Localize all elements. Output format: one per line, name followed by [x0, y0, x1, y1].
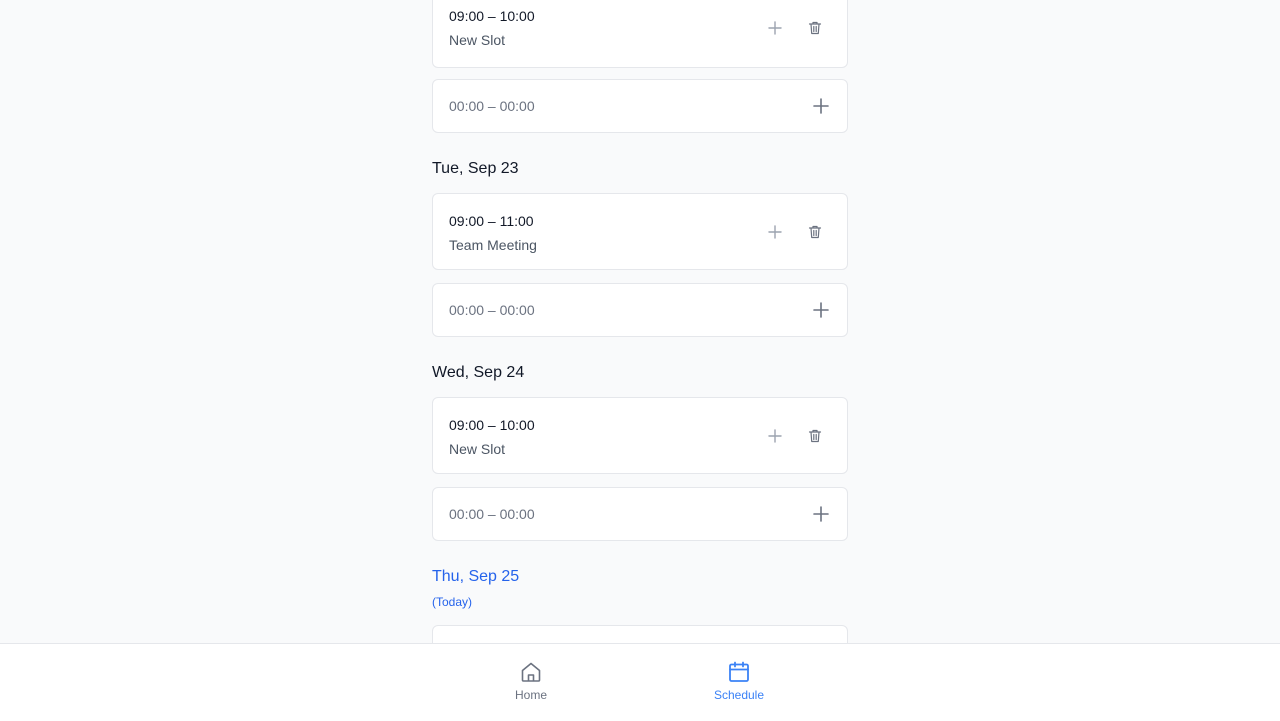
plus-icon — [768, 429, 782, 443]
time-slot-card[interactable]: 09:00 – 10:00 New Slot — [432, 0, 848, 68]
empty-slot-time: 00:00 – 00:00 — [449, 302, 535, 318]
add-slot-button[interactable] — [761, 14, 789, 42]
calendar-icon — [727, 660, 751, 684]
bottom-navigation: Home Schedule — [0, 643, 1280, 721]
delete-slot-button[interactable] — [801, 218, 829, 246]
time-slot-card[interactable]: 09:00 – 10:00 New Slot — [432, 397, 848, 474]
add-slot-button[interactable] — [761, 422, 789, 450]
plus-icon — [813, 98, 829, 114]
trash-icon — [808, 21, 822, 35]
slot-title: Team Meeting — [449, 237, 537, 253]
time-slot-card[interactable]: 09:00 – 11:00 Team Meeting — [432, 193, 848, 270]
nav-schedule-label: Schedule — [713, 688, 765, 702]
slot-time: 09:00 – 10:00 — [449, 8, 535, 24]
slot-title: New Slot — [449, 32, 506, 48]
slot-time: 09:00 – 10:00 — [449, 417, 535, 433]
today-label: (Today) — [432, 595, 473, 609]
add-slot-button[interactable] — [807, 296, 835, 324]
add-slot-button[interactable] — [807, 92, 835, 120]
plus-icon — [768, 21, 782, 35]
empty-slot-time: 00:00 – 00:00 — [449, 506, 535, 522]
slot-title: New Slot — [449, 441, 506, 457]
home-icon — [519, 660, 543, 684]
add-slot-button[interactable] — [807, 500, 835, 528]
plus-icon — [813, 506, 829, 522]
day-heading: Tue, Sep 23 — [432, 160, 519, 177]
delete-slot-button[interactable] — [801, 422, 829, 450]
schedule-list: 09:00 – 10:00 New Slot 00:00 – 00:00 Tue… — [0, 0, 1280, 643]
nav-home-label: Home — [514, 688, 547, 702]
add-slot-button[interactable] — [761, 218, 789, 246]
empty-slot-card[interactable]: 00:00 – 00:00 — [432, 283, 848, 337]
plus-icon — [768, 225, 782, 239]
nav-home[interactable]: Home — [471, 644, 591, 721]
day-heading: Wed, Sep 24 — [432, 364, 525, 381]
time-slot-card[interactable] — [432, 625, 848, 643]
empty-slot-card[interactable]: 00:00 – 00:00 — [432, 487, 848, 541]
trash-icon — [808, 429, 822, 443]
trash-icon — [808, 225, 822, 239]
empty-slot-time: 00:00 – 00:00 — [449, 98, 535, 114]
empty-slot-card[interactable]: 00:00 – 00:00 — [432, 79, 848, 133]
plus-icon — [813, 302, 829, 318]
nav-schedule[interactable]: Schedule — [679, 644, 799, 721]
day-heading-today: Thu, Sep 25 — [432, 568, 520, 585]
slot-time: 09:00 – 11:00 — [449, 213, 534, 229]
delete-slot-button[interactable] — [801, 14, 829, 42]
